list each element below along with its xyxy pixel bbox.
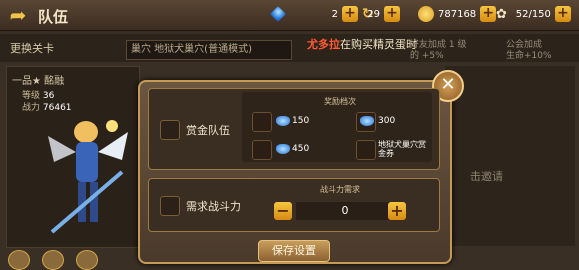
hero-character[interactable] (42, 112, 132, 242)
gold-icon (418, 6, 434, 22)
gem-counter: 2 + ↻ (270, 5, 374, 23)
power-requirement-value[interactable]: 0 (296, 202, 394, 220)
stage-label: 更换关卡 (10, 42, 54, 55)
power-requirement-label: 需求战斗力 (186, 200, 241, 213)
character-rank: 一品★ 酩融 (12, 76, 65, 87)
invite-text[interactable]: 击邀请 (470, 168, 503, 184)
gem-icon (276, 116, 290, 126)
reward-team-checkbox[interactable] (160, 120, 180, 140)
stamina-counter: ✿ 52/150 + (496, 5, 571, 23)
power-requirement-checkbox[interactable] (160, 196, 180, 216)
increase-button[interactable]: + (388, 202, 406, 220)
reward-slot-4[interactable] (356, 140, 376, 160)
reward-slot-3[interactable] (252, 140, 272, 160)
right-panel (445, 66, 575, 246)
back-arrow-icon[interactable]: ➦ (6, 3, 30, 27)
reward-slot-1[interactable] (252, 112, 272, 132)
gem-icon (270, 6, 286, 22)
scroll-message: 尤多拉在购买精灵蛋时 (307, 38, 417, 51)
gem-icon (360, 116, 374, 126)
page-title: 队伍 (38, 8, 69, 26)
bounty-ticket-label: 地狱犬巢穴赏金券 (378, 140, 426, 158)
add-stamina-button[interactable]: + (554, 6, 571, 22)
team-slot-icon-3[interactable] (76, 250, 98, 270)
team-slot-icon-1[interactable] (8, 250, 30, 270)
friend-bonus: 好友加成 1 级的 +5% (410, 40, 467, 61)
reward-tier-header: 奖励档次 (324, 97, 356, 106)
add-coin-button[interactable]: + (384, 6, 400, 22)
add-gem-button[interactable]: + (342, 6, 358, 22)
reward-team-label: 赏金队伍 (186, 124, 230, 137)
stamina-icon: ✿ (496, 6, 507, 22)
gem-icon (276, 144, 290, 154)
add-gold-button[interactable]: + (480, 6, 497, 22)
gold-counter: 787168 + (418, 5, 497, 23)
decrease-button[interactable]: − (274, 202, 292, 220)
coin-counter: 29 + (360, 5, 400, 23)
team-slot-icon-2[interactable] (42, 250, 64, 270)
power-requirement-header: 战斗力需求 (320, 185, 360, 194)
save-settings-button[interactable]: 保存设置 (258, 240, 330, 262)
stage-select[interactable]: 巢穴 地狱犬巢穴(普通模式) (126, 40, 292, 60)
guild-bonus: 公会加成 生命+10% (506, 40, 552, 61)
